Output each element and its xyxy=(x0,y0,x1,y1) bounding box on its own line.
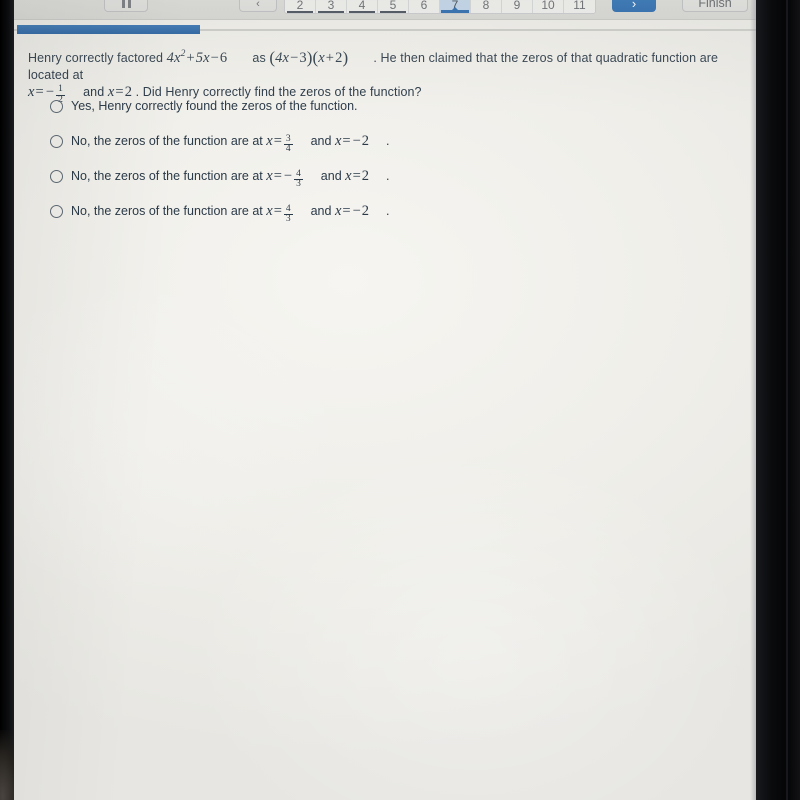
finish-button-label: Finish xyxy=(698,0,732,10)
question-lead: Henry correctly factored xyxy=(28,50,164,65)
page-label: 4 xyxy=(358,0,366,12)
math-factored-form: (4x−3)(x+2) xyxy=(269,47,349,67)
page-label: 11 xyxy=(573,0,586,12)
next-question-button[interactable]: › xyxy=(612,0,656,12)
pause-icon xyxy=(121,0,131,10)
radio-button-icon[interactable] xyxy=(50,100,63,113)
option-a[interactable]: Yes, Henry correctly found the zeros of … xyxy=(14,98,756,133)
page-label: 2 xyxy=(296,0,304,12)
answer-options-list: Yes, Henry correctly found the zeros of … xyxy=(14,98,756,238)
option-a-label: Yes, Henry correctly found the zeros of … xyxy=(71,99,358,113)
option-b-value-1: x= 3 4 xyxy=(266,133,293,155)
question-body: Henry correctly factored 4x2+5x−6 as (4x… xyxy=(14,42,756,105)
laptop-bezel-left xyxy=(0,0,14,800)
option-b-label: No, the zeros of the function are at x= 3… xyxy=(71,133,389,155)
pause-button[interactable] xyxy=(104,0,148,12)
option-c-label: No, the zeros of the function are at x= −… xyxy=(71,168,389,190)
option-b-conj: and xyxy=(310,134,332,148)
question-period: . xyxy=(373,50,377,65)
page-label: 8 xyxy=(482,0,490,12)
option-c-value-1: x= −4 3 xyxy=(266,168,303,190)
page-label: 6 xyxy=(420,0,428,12)
option-d-suffix: . xyxy=(385,204,390,218)
option-d-value-2: x= −2 xyxy=(334,203,370,219)
laptop-screen: ‹ 2 3 4 5 6 7 8 9 10 11 › Finish Henry c… xyxy=(14,0,756,800)
option-c-conj: and xyxy=(320,169,342,183)
option-b-suffix: . xyxy=(385,134,390,148)
option-c-prefix: No, the zeros of the function are at xyxy=(71,169,263,183)
option-b[interactable]: No, the zeros of the function are at x= 3… xyxy=(14,133,756,168)
photo-of-screen: ‹ 2 3 4 5 6 7 8 9 10 11 › Finish Henry c… xyxy=(0,0,800,800)
quiz-progress-bar xyxy=(14,25,756,35)
option-c-suffix: . xyxy=(385,169,390,183)
page-cell-4[interactable]: 4 xyxy=(347,0,378,13)
chevron-left-icon: ‹ xyxy=(256,0,260,10)
page-label: 9 xyxy=(513,0,521,12)
option-d-conj: and xyxy=(310,204,332,218)
page-label: 3 xyxy=(327,0,335,12)
radio-button-icon[interactable] xyxy=(50,135,63,148)
page-cell-2[interactable]: 2 xyxy=(285,0,316,13)
laptop-bezel-right xyxy=(756,0,800,800)
question-tail: . Did Henry correctly find the zeros of … xyxy=(135,84,422,99)
page-cell-11[interactable]: 11 xyxy=(564,0,595,13)
option-d-label: No, the zeros of the function are at x= 4… xyxy=(71,203,389,225)
option-c-value-2: x=2 xyxy=(345,168,370,184)
page-label: 5 xyxy=(389,0,397,12)
previous-question-button[interactable]: ‹ xyxy=(239,0,277,12)
page-cell-10[interactable]: 10 xyxy=(533,0,564,13)
page-cell-9[interactable]: 9 xyxy=(502,0,533,13)
chevron-right-icon: › xyxy=(631,0,637,11)
option-c[interactable]: No, the zeros of the function are at x= −… xyxy=(14,168,756,203)
option-d[interactable]: No, the zeros of the function are at x= 4… xyxy=(14,203,756,238)
page-cell-6[interactable]: 6 xyxy=(409,0,440,13)
page-label: 10 xyxy=(541,0,555,12)
radio-button-icon[interactable] xyxy=(50,170,63,183)
page-cell-5[interactable]: 5 xyxy=(378,0,409,13)
option-b-prefix: No, the zeros of the function are at xyxy=(71,134,263,148)
progress-fill xyxy=(17,25,200,34)
math-quadratic-expression: 4x2+5x−6 xyxy=(166,49,228,66)
page-number-strip: 2 3 4 5 6 7 8 9 10 11 xyxy=(284,0,596,14)
page-cell-7-active[interactable]: 7 xyxy=(440,0,471,13)
option-d-prefix: No, the zeros of the function are at xyxy=(71,204,263,218)
question-connector: as xyxy=(252,50,266,65)
page-cell-8[interactable]: 8 xyxy=(471,0,502,13)
bezel-seam-line xyxy=(786,0,788,800)
finish-button[interactable]: Finish xyxy=(682,0,748,12)
page-label: 7 xyxy=(451,0,459,12)
quiz-toolbar: ‹ 2 3 4 5 6 7 8 9 10 11 › Finish xyxy=(14,0,756,20)
option-d-value-1: x= 4 3 xyxy=(266,203,293,225)
active-page-caret-icon xyxy=(451,7,459,11)
question-and: and xyxy=(83,84,105,99)
page-cell-3[interactable]: 3 xyxy=(316,0,347,13)
radio-button-icon[interactable] xyxy=(50,205,63,218)
question-text: Henry correctly factored 4x2+5x−6 as (4x… xyxy=(14,42,756,105)
option-b-value-2: x= −2 xyxy=(334,133,370,149)
